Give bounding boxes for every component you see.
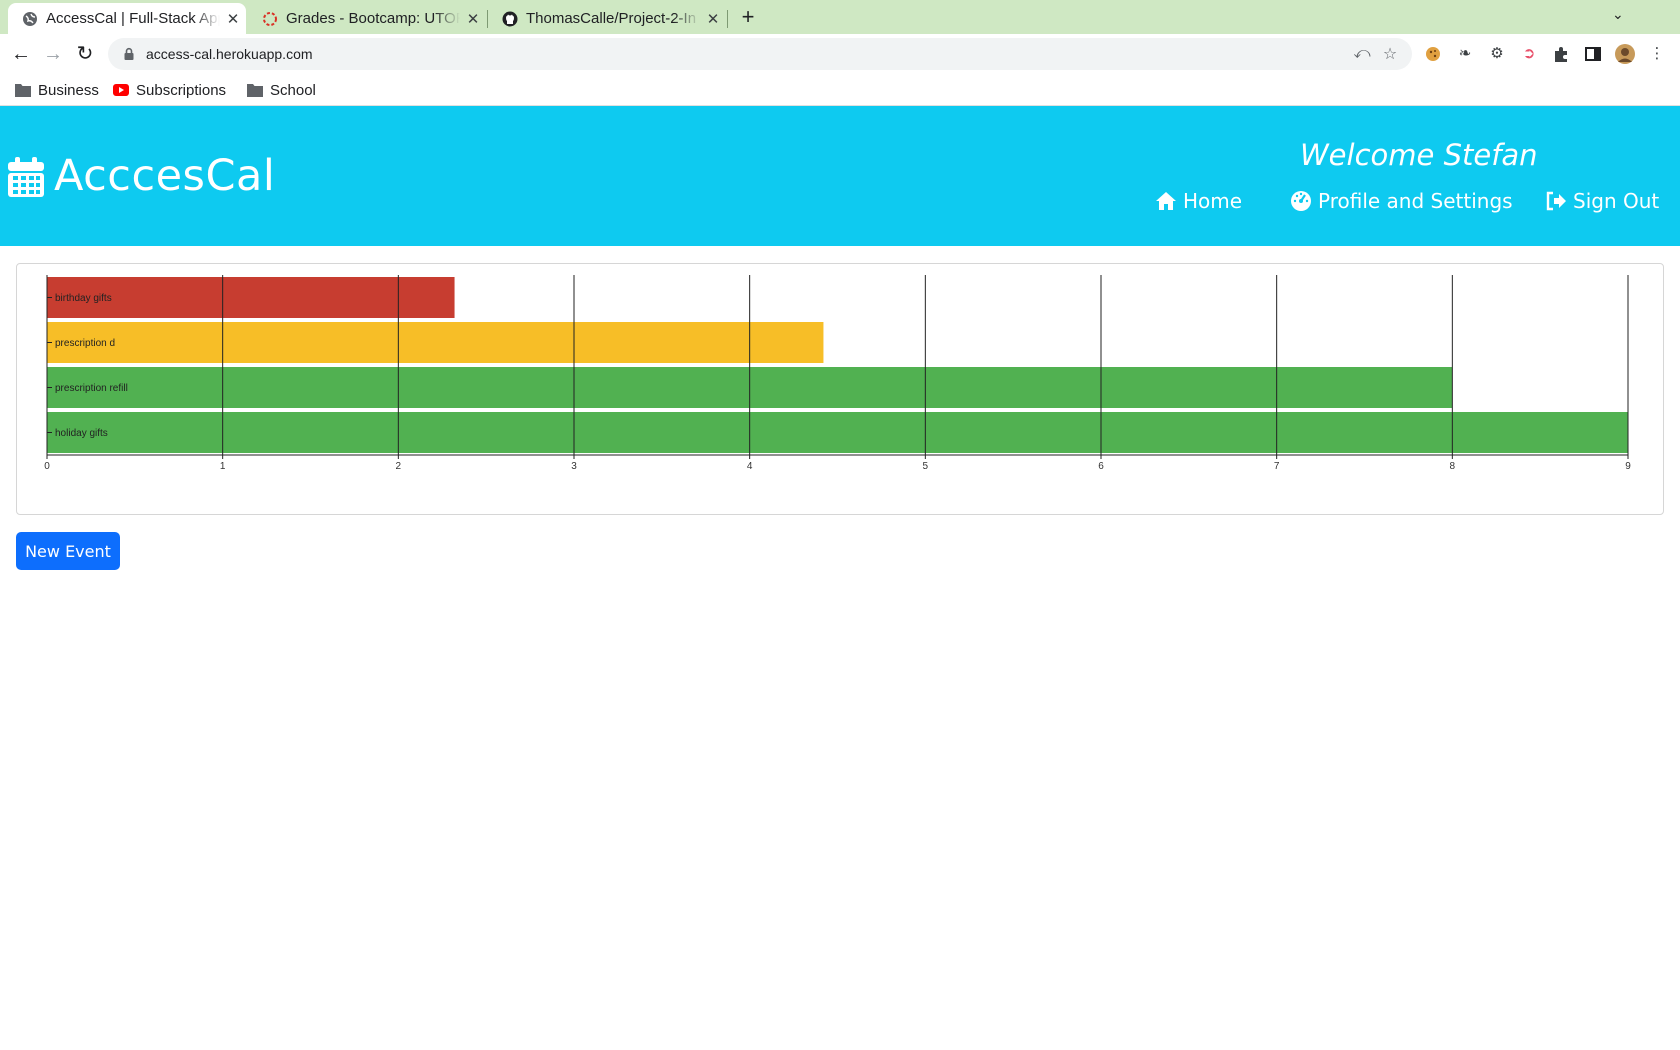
nav-profile-settings[interactable]: Profile and Settings — [1290, 186, 1513, 216]
bookmark-school[interactable]: School — [247, 79, 316, 101]
bookmark-subscriptions[interactable]: Subscriptions — [113, 79, 226, 101]
dashboard-icon — [1291, 191, 1311, 211]
chart-tick-label: 0 — [44, 461, 50, 472]
chart-category-label: holiday gifts — [55, 428, 108, 439]
gear-extension-icon[interactable]: ⚙ — [1486, 43, 1508, 65]
nav-profile-label: Profile and Settings — [1318, 189, 1513, 213]
share-icon[interactable]: ⤺ — [1348, 45, 1376, 63]
nav-sign-out[interactable]: Sign Out — [1545, 186, 1659, 216]
nav-home[interactable]: Home — [1155, 186, 1242, 216]
brand[interactable]: AcccesCal — [8, 148, 275, 204]
new-event-button[interactable]: New Event — [16, 532, 120, 570]
chart-tick-label: 5 — [923, 461, 929, 472]
chart-category-label: prescription refill — [55, 383, 128, 394]
close-tab-icon[interactable]: ✕ — [460, 10, 486, 28]
bookmark-label: Subscriptions — [136, 81, 227, 99]
chart-category-label: prescription d — [55, 338, 115, 349]
loading-ring-icon — [263, 11, 277, 26]
folder-icon — [247, 84, 263, 97]
chart-tick-label: 7 — [1274, 461, 1280, 472]
chart-tick-label: 8 — [1450, 461, 1456, 472]
reload-icon[interactable]: ↻ — [72, 41, 98, 67]
app-header: AcccesCal Welcome Stefan Home Profile an… — [0, 106, 1680, 246]
browser-tab-strip: AccessCal | Full-Stack App ✕ Grades - Bo… — [0, 0, 1680, 34]
tab-separator — [727, 10, 728, 28]
close-tab-icon[interactable]: ✕ — [700, 10, 726, 28]
chart-tick-label: 3 — [571, 461, 577, 472]
chart-bar — [47, 412, 1628, 453]
bookmark-label: School — [270, 81, 316, 99]
browser-tab-grades[interactable]: Grades - Bootcamp: UTOR ✕ — [248, 3, 486, 34]
chart-bar — [47, 322, 824, 363]
url-text: access-cal.herokuapp.com — [146, 46, 313, 62]
youtube-icon — [113, 84, 129, 96]
back-arrow-icon[interactable]: ← — [8, 41, 34, 67]
cookie-extension-icon[interactable] — [1422, 43, 1444, 65]
close-tab-icon[interactable]: ✕ — [220, 10, 246, 28]
address-bar[interactable]: access-cal.herokuapp.com ⤺ ☆ — [108, 38, 1412, 70]
chart-category-label: birthday gifts — [55, 293, 112, 304]
bar-chart: 0 1 2 3 4 5 6 7 8 9 birthday gifts prescription d pr… — [44, 275, 1631, 472]
browser-tab-accesscal[interactable]: AccessCal | Full-Stack App ✕ — [8, 3, 246, 34]
nav-signout-label: Sign Out — [1573, 189, 1660, 213]
chart-tick-label: 1 — [220, 461, 226, 472]
chart-tick-label: 6 — [1098, 461, 1104, 472]
welcome-message: Welcome Stefan — [1300, 138, 1538, 172]
browser-tab-github[interactable]: ThomasCalle/Project-2-In ✕ — [488, 3, 726, 34]
side-panel-icon[interactable] — [1582, 43, 1604, 65]
forward-arrow-icon[interactable]: → — [40, 41, 66, 67]
chart-tick-label: 2 — [396, 461, 402, 472]
arrow-extension-icon[interactable]: ➲ — [1518, 43, 1540, 65]
chevron-down-icon[interactable]: ⌄ — [1612, 6, 1624, 23]
kebab-menu-icon[interactable]: ⋮ — [1646, 43, 1668, 65]
timeline-chart-card: 0 1 2 3 4 5 6 7 8 9 birthday gifts prescription d pr… — [16, 263, 1664, 515]
folder-icon — [15, 84, 31, 97]
feather-extension-icon[interactable]: ❧ — [1454, 43, 1476, 65]
home-icon — [1156, 192, 1176, 210]
star-icon[interactable]: ☆ — [1376, 44, 1404, 64]
puzzle-icon[interactable] — [1550, 43, 1572, 65]
chart-tick-label: 4 — [747, 461, 753, 472]
tab-title: ThomasCalle/Project-2-In — [526, 10, 697, 27]
bookmark-business[interactable]: Business — [15, 79, 99, 101]
tab-title: AccessCal | Full-Stack App — [46, 10, 220, 27]
nav-home-label: Home — [1183, 189, 1243, 213]
bookmark-label: Business — [38, 81, 99, 99]
tab-title: Grades - Bootcamp: UTOR — [286, 10, 460, 27]
globe-icon — [23, 11, 37, 26]
bookmarks-bar: Business Subscriptions School — [0, 74, 1680, 106]
calendar-icon — [8, 157, 44, 197]
new-tab-icon[interactable]: + — [736, 4, 760, 30]
sign-out-icon — [1546, 191, 1566, 211]
avatar[interactable] — [1614, 43, 1636, 65]
lock-icon — [124, 47, 134, 60]
chart-tick-label: 9 — [1625, 461, 1631, 472]
brand-name: AcccesCal — [54, 151, 276, 201]
browser-toolbar: ← → ↻ access-cal.herokuapp.com ⤺ ☆ ❧ ⚙ ➲… — [0, 34, 1680, 74]
github-icon — [502, 11, 518, 26]
